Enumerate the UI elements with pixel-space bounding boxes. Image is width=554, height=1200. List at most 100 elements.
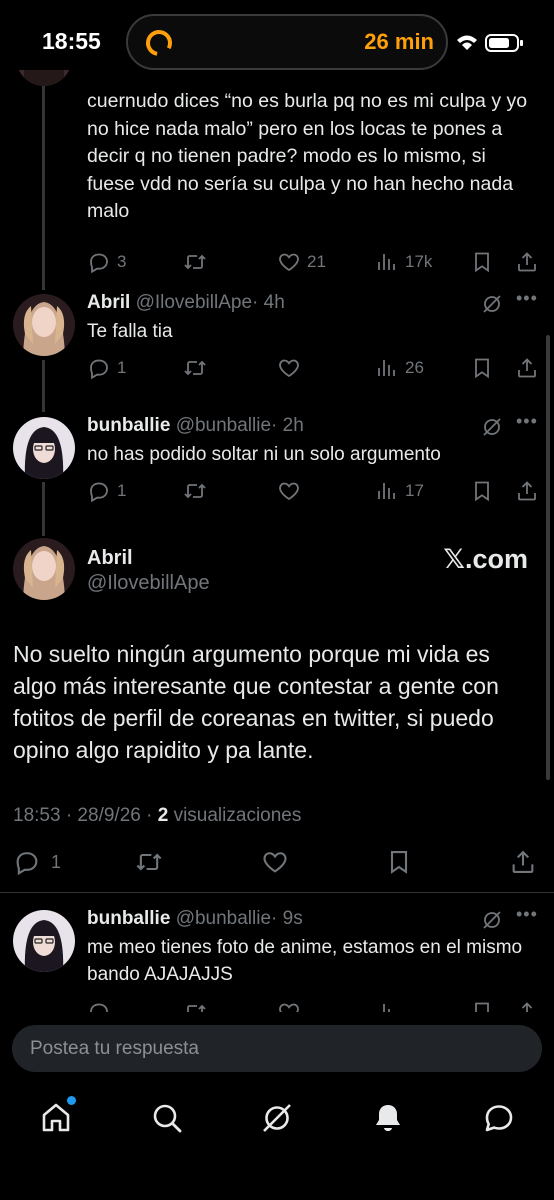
author-row: bunballie @bunballie· 9s [87, 908, 303, 930]
more-icon[interactable]: ••• [516, 904, 540, 928]
notification-dot [67, 1096, 76, 1105]
tweet-text: no has podido soltar ni un solo argument… [87, 444, 441, 465]
like-button[interactable] [277, 1000, 301, 1012]
bookmark-icon [470, 1000, 494, 1012]
reply-input[interactable] [12, 1025, 542, 1072]
bookmark-button[interactable] [470, 250, 494, 274]
grok-icon [263, 1104, 291, 1132]
home-icon [42, 1103, 70, 1132]
conversation-feed[interactable]: cuernudo dices “no es burla pq no es mi … [0, 70, 554, 1012]
reply-button[interactable]: 3 [87, 250, 126, 274]
views-label[interactable]: visualizaciones [168, 805, 302, 826]
avatar[interactable] [13, 538, 75, 600]
nav-search[interactable] [149, 1100, 185, 1136]
bookmark-button[interactable] [470, 356, 494, 380]
more-icon[interactable]: ••• [516, 411, 540, 435]
retweet-button[interactable] [183, 479, 207, 503]
wifi-battery-icon [457, 34, 523, 52]
share-button[interactable] [509, 848, 537, 876]
retweet-icon [183, 356, 207, 380]
heart-icon [277, 479, 301, 503]
retweet-button[interactable] [183, 1000, 207, 1012]
avatar[interactable] [16, 70, 72, 86]
timer-ring-icon [145, 30, 172, 56]
share-icon [515, 479, 539, 503]
retweet-button[interactable] [183, 356, 207, 380]
thread-line [42, 482, 45, 536]
bookmark-button[interactable] [470, 479, 494, 503]
tweet-actions: 3 21 17k [87, 250, 547, 278]
bookmark-button[interactable] [385, 848, 413, 876]
avatar[interactable] [13, 294, 75, 356]
bottom-nav [0, 1088, 554, 1200]
author-handle[interactable]: @bunballie [176, 908, 271, 929]
reply-button[interactable]: 1 [87, 479, 126, 503]
reply-icon [87, 479, 111, 503]
views-button[interactable]: 26 [375, 356, 424, 380]
heart-icon [261, 848, 289, 876]
like-button[interactable]: 21 [277, 250, 326, 274]
views-icon [375, 356, 399, 380]
tweet-text: me meo tienes foto de anime, estamos en … [87, 937, 523, 985]
views-button[interactable]: 17 [375, 479, 424, 503]
grok-icon[interactable] [480, 292, 504, 316]
bookmark-button[interactable] [470, 1000, 494, 1012]
scrollbar[interactable] [546, 335, 550, 780]
heart-icon [277, 250, 301, 274]
like-button[interactable] [277, 356, 307, 380]
dynamic-island[interactable]: 26 min [126, 14, 448, 70]
author-handle[interactable]: @bunballie [176, 415, 271, 436]
author-name[interactable]: bunballie [87, 908, 170, 929]
reply-button[interactable]: 1 [13, 848, 61, 876]
retweet-icon [183, 250, 207, 274]
reply-button[interactable]: 1 [87, 356, 126, 380]
reply-composer[interactable] [12, 1025, 542, 1072]
author-handle[interactable]: @IlovebillApe [136, 292, 252, 313]
more-icon[interactable]: ••• [516, 288, 540, 312]
retweet-button[interactable] [135, 848, 163, 876]
tweet-text: Te falla tia [87, 321, 173, 342]
author-name[interactable]: Abril [87, 292, 130, 313]
share-button[interactable] [515, 1000, 539, 1012]
bookmark-icon [385, 848, 413, 876]
share-button[interactable] [515, 479, 539, 503]
thread-line [42, 360, 45, 412]
author-handle[interactable]: @IlovebillApe [87, 572, 210, 595]
share-button[interactable] [515, 356, 539, 380]
views-count[interactable]: 2 [158, 805, 169, 826]
status-time: 18:55 [42, 28, 101, 54]
reply-button[interactable] [87, 1000, 111, 1012]
author-name[interactable]: bunballie [87, 415, 170, 436]
divider [0, 892, 554, 893]
retweet-button[interactable] [183, 250, 207, 274]
views-icon [375, 479, 399, 503]
tweet-actions [87, 1000, 547, 1012]
tweet-actions: 1 17 [87, 479, 547, 507]
search-icon [153, 1104, 182, 1133]
views-button[interactable]: 17k [375, 250, 432, 274]
grok-icon[interactable] [480, 908, 504, 932]
nav-grok[interactable] [259, 1100, 295, 1136]
like-button[interactable] [277, 479, 307, 503]
share-icon [515, 356, 539, 380]
timer-text: 26 min [364, 29, 434, 54]
messages-icon [485, 1105, 513, 1132]
thread-line [42, 70, 45, 290]
share-button[interactable] [515, 250, 539, 274]
share-icon [515, 250, 539, 274]
author-name[interactable]: Abril [87, 547, 133, 570]
grok-icon[interactable] [480, 415, 504, 439]
avatar[interactable] [13, 417, 75, 479]
avatar[interactable] [13, 910, 75, 972]
like-button[interactable] [261, 848, 289, 876]
retweet-icon [183, 1000, 207, 1012]
source-badge: 𝕏.com [443, 544, 528, 574]
tweet-time: · 9s [271, 908, 303, 929]
nav-home[interactable] [38, 1096, 76, 1136]
views-button[interactable] [375, 1000, 399, 1012]
nav-messages[interactable] [481, 1100, 517, 1136]
retweet-icon [135, 848, 163, 876]
views-icon [375, 250, 399, 274]
nav-notifications[interactable] [370, 1100, 406, 1136]
bookmark-icon [470, 479, 494, 503]
